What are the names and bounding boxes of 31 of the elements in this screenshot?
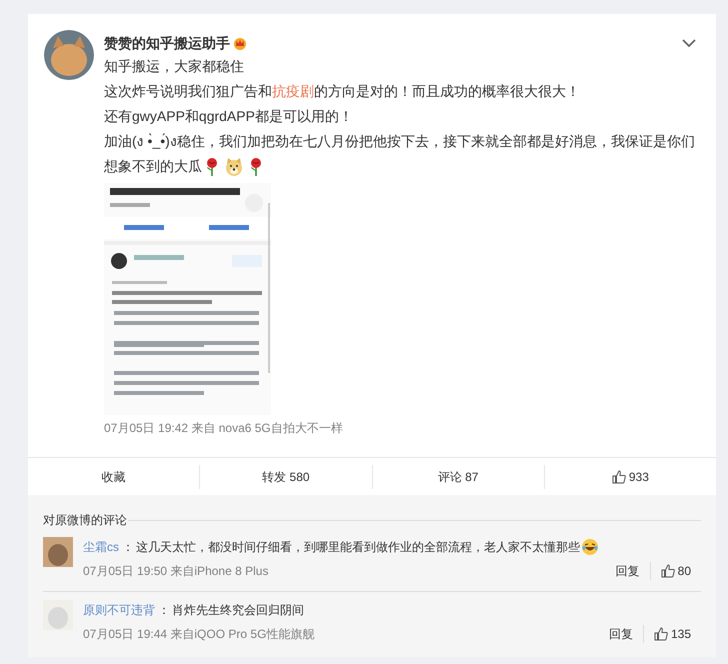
thumbs-up-icon: [660, 564, 675, 578]
rose-icon: [248, 157, 264, 178]
comment-text: 这几天太忙，都没时间仔细看，到哪里能看到做作业的全部流程，老人家不太懂那些: [136, 539, 580, 556]
post-text: 这次炸号说明我们狙广告和: [104, 83, 272, 99]
post-meta: 07月05日 19:42 来自 nova6 5G自拍大不一样: [104, 420, 344, 437]
separator-text: ：: [158, 602, 170, 619]
post-text: 想象不到的大瓜: [104, 158, 202, 174]
thumbs-up-icon: [654, 627, 668, 641]
favorite-button[interactable]: 收藏: [98, 464, 130, 488]
reply-button[interactable]: 回复: [606, 625, 644, 643]
post-text: 还有gwyAPP和qgrdAPP都是可以用的！: [104, 108, 353, 124]
reply-button[interactable]: 回复: [614, 562, 651, 580]
comments-title: 对原微博的评论: [43, 512, 127, 529]
dog-face-icon: [224, 157, 244, 178]
comment-button[interactable]: 评论 87: [434, 464, 482, 488]
avatar: [44, 30, 94, 80]
chevron-down-icon[interactable]: [682, 38, 696, 48]
thumbs-up-icon: [612, 470, 626, 484]
comment-meta: 07月05日 19:44 来自iQOO Pro 5G性能旗舰: [83, 626, 314, 643]
comment-text: 肖炸先生终究会回归阴间: [172, 602, 304, 619]
post-text: 知乎搬运，大家都稳住: [104, 58, 244, 74]
like-button[interactable]: 80: [650, 562, 701, 580]
comment-meta: 07月05日 19:50 来自iPhone 8 Plus: [83, 563, 268, 580]
post-text: 加油(ง •̀_•́)ง稳住，我们加把劲在七八月份把他按下去，接下来就全部都是好消息，我保证是你们: [104, 133, 695, 149]
like-button[interactable]: 933: [608, 464, 653, 488]
repost-button[interactable]: 转发 580: [258, 464, 314, 488]
author-name[interactable]: 赞赞的知乎搬运助手: [104, 32, 230, 54]
like-button[interactable]: 135: [644, 625, 701, 643]
separator-text: ：: [122, 539, 134, 556]
rose-icon: [204, 157, 220, 178]
post-text: 的方向是对的！而且成功的概率很大很大！: [314, 83, 580, 99]
